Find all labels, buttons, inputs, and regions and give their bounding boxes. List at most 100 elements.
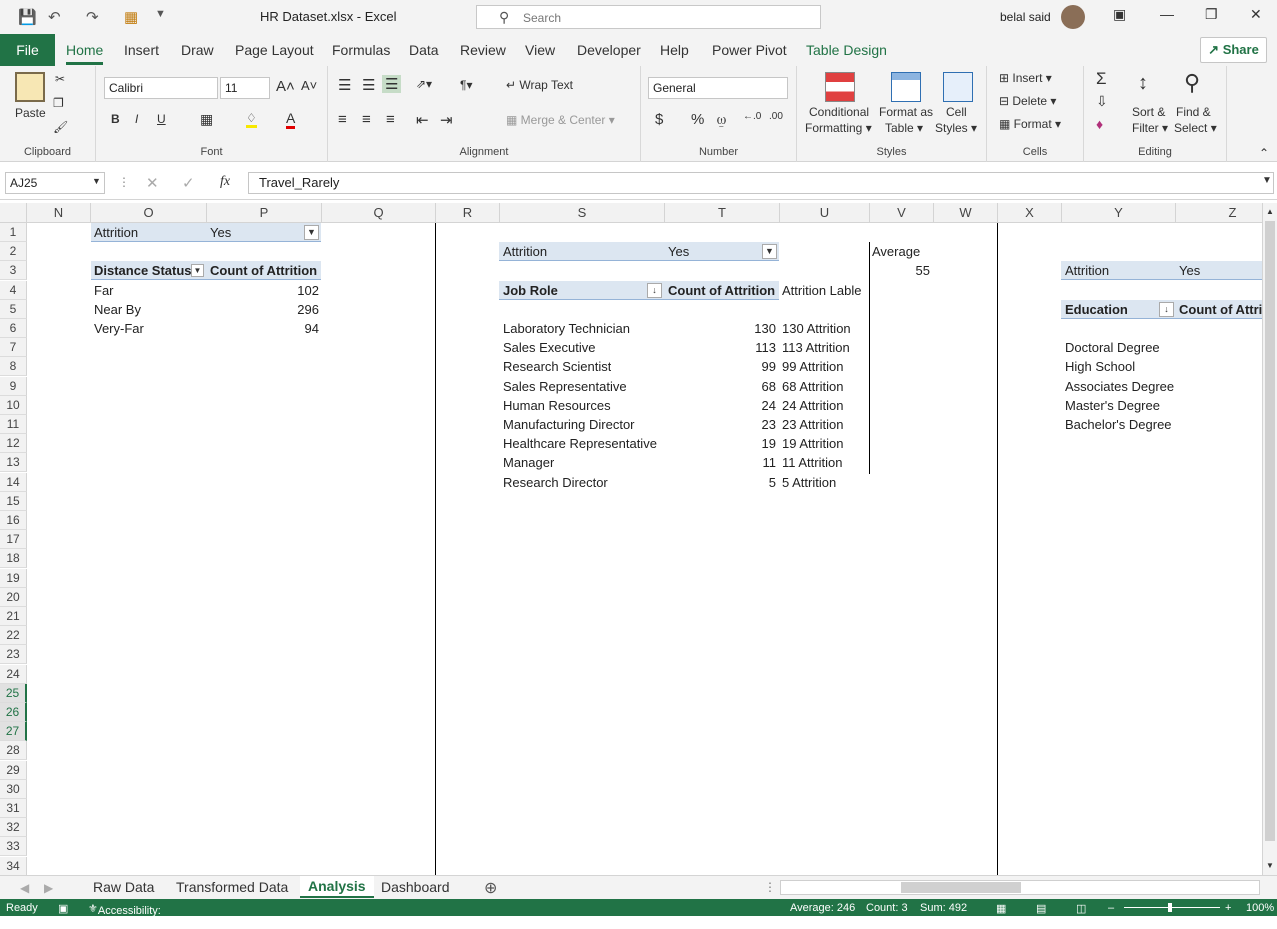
tab-home[interactable]: Home (66, 42, 104, 65)
tab-view[interactable]: View (525, 42, 555, 58)
align-center-icon[interactable]: ≡ (362, 111, 371, 128)
pivot2-row-value[interactable]: 23 (665, 415, 776, 434)
pivot2-row-label[interactable]: Sales Representative (503, 377, 627, 396)
pivot1-row-value[interactable]: 94 (207, 319, 319, 338)
pivot1-row-value[interactable]: 296 (207, 300, 319, 319)
row-header-1[interactable]: 1 (0, 223, 27, 242)
underline-icon[interactable]: U (157, 112, 166, 126)
page-layout-view-icon[interactable]: ▤ (1036, 902, 1046, 915)
bold-icon[interactable]: B (111, 112, 120, 126)
row-header-10[interactable]: 10 (0, 395, 27, 415)
macro-record-icon[interactable]: ▣ (58, 902, 68, 915)
avatar[interactable] (1061, 5, 1085, 29)
pivot2-row-value[interactable]: 19 (665, 434, 776, 453)
percent-icon[interactable]: % (691, 111, 704, 128)
borders-icon[interactable]: ▦ (200, 111, 213, 128)
number-format-dropdown[interactable]: General (648, 77, 788, 99)
row-header-32[interactable]: 32 (0, 818, 27, 838)
sort-filter-button-2[interactable]: Filter ▾ (1132, 121, 1168, 135)
name-box[interactable]: AJ25 (5, 172, 105, 194)
add-sheet-icon[interactable]: ⊕ (484, 878, 497, 898)
user-name[interactable]: belal said (1000, 10, 1051, 24)
pivot2-row-attrition-label[interactable]: 23 Attrition (782, 415, 843, 434)
tab-split-icon[interactable]: ⋮ (764, 880, 776, 894)
tab-file[interactable]: File (0, 34, 55, 66)
pivot3-row-label[interactable]: Doctoral Degree (1065, 338, 1160, 357)
cell-styles-button[interactable]: Cell (946, 105, 967, 119)
delete-cells-button[interactable]: ⊟ Delete ▾ (999, 94, 1056, 108)
column-header-s[interactable]: S (500, 203, 665, 223)
ribbon-display-icon[interactable]: ▣ (1113, 6, 1126, 23)
collapse-ribbon-icon[interactable]: ⌃ (1259, 146, 1269, 160)
horizontal-scroll-thumb[interactable] (901, 882, 1021, 893)
pivot2-row-label[interactable]: Sales Executive (503, 338, 596, 357)
conditional-formatting-button[interactable]: Conditional (809, 105, 869, 119)
worksheet-grid[interactable]: NOPQRSTUVWXYZ 1 2 3 4 5 6 7 8 9 10 11 12 13 14 15 16 17 1… (0, 203, 1262, 875)
tab-power-pivot[interactable]: Power Pivot (712, 42, 787, 58)
column-header-y[interactable]: Y (1062, 203, 1176, 223)
restore-icon[interactable]: ❐ (1205, 6, 1218, 23)
prev-sheet-icon[interactable]: ◀ (20, 881, 29, 895)
row-header-24[interactable]: 24 (0, 664, 27, 684)
decrease-indent-icon[interactable]: ⇤ (416, 111, 429, 129)
next-sheet-icon[interactable]: ▶ (44, 881, 53, 895)
pivot2-row-value[interactable]: 99 (665, 357, 776, 376)
row-header-20[interactable]: 20 (0, 587, 27, 607)
row-header-34[interactable]: 34 (0, 856, 27, 875)
pivot2-row-attrition-label[interactable]: 99 Attrition (782, 357, 843, 376)
pivot2-row-attrition-label[interactable]: 11 Attrition (782, 453, 842, 472)
redo-icon[interactable]: ↷ (86, 8, 99, 26)
align-middle-icon[interactable]: ☰ (362, 76, 375, 94)
zoom-slider[interactable] (1124, 907, 1220, 908)
row-header-4[interactable]: 4 (0, 280, 27, 300)
format-as-table-button-2[interactable]: Table ▾ (885, 121, 923, 135)
row-header-30[interactable]: 30 (0, 779, 27, 799)
format-as-table-icon[interactable] (891, 72, 921, 102)
row-header-5[interactable]: 5 (0, 299, 27, 319)
column-header-p[interactable]: P (207, 203, 322, 223)
clear-icon[interactable]: ♦ (1096, 116, 1103, 132)
row-header-6[interactable]: 6 (0, 319, 27, 338)
pivot1-row-label[interactable]: Far (94, 281, 114, 300)
paragraph-icon[interactable]: ¶▾ (460, 78, 472, 92)
cell-styles-button-2[interactable]: Styles ▾ (935, 121, 977, 135)
row-header-28[interactable]: 28 (0, 741, 27, 761)
zoom-slider-thumb[interactable] (1168, 903, 1172, 912)
row-header-33[interactable]: 33 (0, 837, 27, 857)
font-color-icon[interactable]: A (286, 110, 296, 129)
align-right-icon[interactable]: ≡ (386, 111, 395, 128)
row-header-14[interactable]: 14 (0, 472, 27, 492)
orientation-icon[interactable]: ⇗▾ (416, 77, 432, 91)
find-select-icon[interactable]: ⚲ (1184, 70, 1200, 96)
close-icon[interactable]: ✕ (1250, 6, 1262, 23)
tab-help[interactable]: Help (660, 42, 689, 58)
horizontal-scrollbar[interactable] (780, 880, 1260, 895)
save-icon[interactable]: 💾 (18, 8, 37, 26)
scroll-up-icon[interactable]: ▲ (1266, 207, 1274, 216)
pivot2-row-label[interactable]: Research Scientist (503, 357, 611, 376)
pivot2-row-value[interactable]: 130 (665, 319, 776, 338)
tab-page-layout[interactable]: Page Layout (235, 42, 314, 58)
currency-icon[interactable]: $ (655, 111, 663, 128)
search-box[interactable]: ⚲ Search (476, 5, 821, 29)
row-header-19[interactable]: 19 (0, 568, 27, 588)
italic-icon[interactable]: I (135, 112, 138, 126)
comma-icon[interactable]: ⍹ (717, 111, 726, 128)
row-header-21[interactable]: 21 (0, 607, 27, 626)
pivot3-row-label[interactable]: Associates Degree (1065, 377, 1174, 396)
column-header-w[interactable]: W (934, 203, 998, 223)
minimize-icon[interactable]: — (1160, 6, 1174, 22)
pivot1-row-value[interactable]: 102 (207, 281, 319, 300)
insert-function-button[interactable]: fx (220, 174, 230, 190)
namebox-dropdown-icon[interactable]: ▼ (92, 176, 101, 186)
row-header-17[interactable]: 17 (0, 530, 27, 550)
row-header-16[interactable]: 16 (0, 511, 27, 530)
align-top-icon[interactable]: ☰ (338, 76, 351, 94)
pivot2-row-label[interactable]: Human Resources (503, 396, 611, 415)
vertical-scrollbar[interactable]: ▲ ▼ (1262, 203, 1277, 875)
row-header-31[interactable]: 31 (0, 799, 27, 818)
column-header-z[interactable]: Z (1176, 203, 1262, 223)
pivot2-row-attrition-label[interactable]: 24 Attrition (782, 396, 843, 415)
select-all-corner[interactable] (0, 203, 27, 223)
font-name-dropdown[interactable]: Calibri (104, 77, 218, 99)
